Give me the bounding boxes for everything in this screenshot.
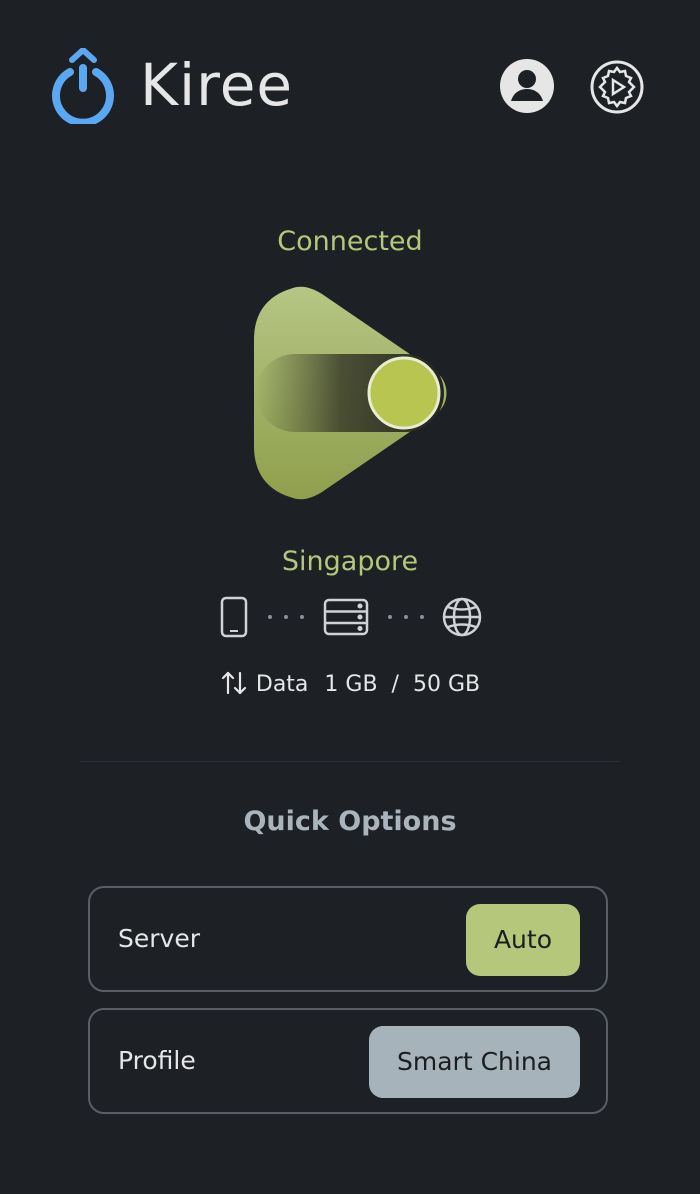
server-label: Server: [118, 924, 200, 953]
server-icon: [323, 598, 369, 636]
profile-select-button[interactable]: Smart China: [369, 1026, 580, 1098]
globe-icon: [442, 597, 482, 637]
server-select-button[interactable]: Auto: [465, 904, 580, 976]
phone-icon: [220, 596, 248, 638]
connect-toggle[interactable]: [250, 286, 450, 500]
connection-route: [220, 596, 482, 638]
location-name: Singapore: [281, 546, 419, 577]
power-icon: [52, 48, 114, 124]
divider: [80, 761, 620, 762]
profile-option-row: Profile Smart China: [88, 1008, 608, 1114]
connection-status: Connected: [277, 226, 423, 257]
data-total: 50 GB: [412, 672, 481, 697]
app-title: Kiree: [140, 51, 294, 119]
data-separator: /: [391, 672, 399, 697]
app-root: Kiree Connected Singapore Data 1 GB / 50…: [0, 0, 700, 1194]
transfer-arrows-icon: [221, 671, 246, 695]
profile-label: Profile: [118, 1046, 196, 1075]
data-usage: Data 1 GB / 50 GB: [0, 670, 700, 697]
quick-options-title: Quick Options: [243, 806, 457, 837]
server-option-row: Server Auto: [88, 886, 608, 992]
data-used: 1 GB: [324, 672, 378, 697]
account-icon[interactable]: [500, 59, 554, 113]
settings-icon[interactable]: [589, 59, 645, 115]
toggle-knob: [367, 356, 441, 430]
data-label: Data: [255, 672, 309, 697]
